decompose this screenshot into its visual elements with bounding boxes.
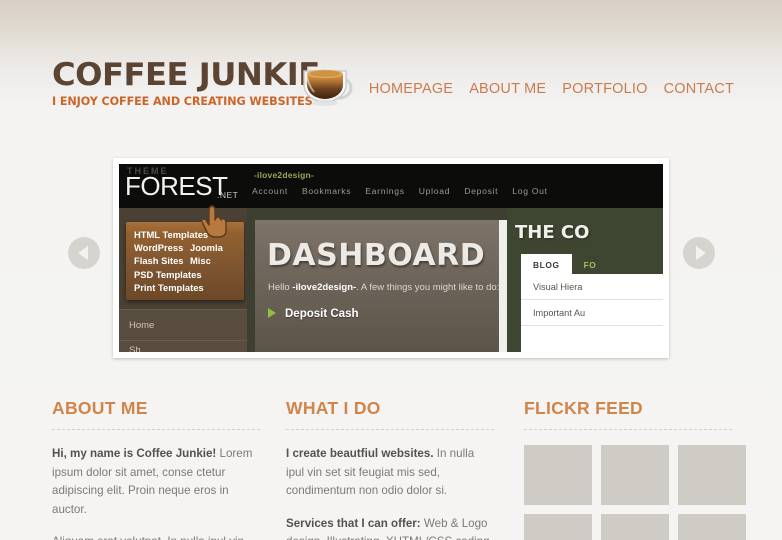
column-about-me: ABOUT ME Hi, my name is Coffee Junkie! L… bbox=[52, 398, 260, 540]
nav-item-homepage[interactable]: HOMEPAGE bbox=[369, 81, 453, 97]
screenshot-username: -ilove2design- bbox=[254, 170, 314, 180]
flickr-thumb-2[interactable] bbox=[601, 445, 669, 505]
flickr-thumb-5[interactable] bbox=[601, 514, 669, 540]
services-label: Services that I can offer: bbox=[286, 516, 421, 530]
green-arrow-icon bbox=[268, 308, 276, 318]
dropdown-item-print-templates: Print Templates bbox=[134, 281, 204, 293]
slider-frame[interactable]: THEME FOREST .NET -ilove2design- Account… bbox=[113, 158, 669, 358]
community-list-item-2: Important Au bbox=[521, 300, 663, 326]
brand-tld-text: .NET bbox=[217, 190, 239, 200]
community-tabs: BLOG FO bbox=[521, 254, 608, 275]
dropdown-item-flash-sites: Flash Sites bbox=[134, 255, 184, 267]
dropdown-item-wordpress: WordPress bbox=[134, 242, 184, 254]
dropdown-item-psd-templates: PSD Templates bbox=[134, 268, 202, 280]
about-me-divider bbox=[52, 429, 260, 430]
dropdown-item-html-templates: HTML Templates bbox=[134, 229, 209, 240]
nav-item-contact[interactable]: CONTACT bbox=[664, 81, 734, 97]
dropdown-item-joomla: Joomla bbox=[190, 242, 223, 254]
about-me-lead-in: Hi, my name is Coffee Junkie! bbox=[52, 447, 217, 460]
main-navigation[interactable]: HOMEPAGE ABOUT ME PORTFOLIO CONTACT bbox=[369, 81, 734, 97]
nav-item-about-me[interactable]: ABOUT ME bbox=[469, 81, 546, 97]
screenshot-topnav: Account Bookmarks Earnings Upload Deposi… bbox=[252, 186, 548, 196]
flickr-thumb-1[interactable] bbox=[524, 445, 592, 505]
screenshot-sidebar-divider bbox=[119, 340, 247, 341]
screenshot-nav-earnings: Earnings bbox=[365, 186, 405, 196]
screenshot-nav-logout: Log Out bbox=[512, 186, 548, 196]
community-list-item-1: Visual Hiera bbox=[521, 274, 663, 300]
about-me-paragraph-1: Hi, my name is Coffee Junkie! Lorem ipsu… bbox=[52, 445, 260, 519]
featured-slider: THEME FOREST .NET -ilove2design- Account… bbox=[0, 150, 782, 370]
what-i-do-paragraph-2: Services that I can offer: Web & Logo de… bbox=[286, 515, 494, 540]
dashboard-greeting: Hello -ilove2design-. A few things you m… bbox=[268, 282, 499, 293]
what-i-do-paragraph-1: I create beautfiul websites. In nulla ip… bbox=[286, 445, 494, 501]
screenshot-nav-deposit: Deposit bbox=[464, 186, 499, 196]
brand-name-text: FOREST bbox=[125, 171, 228, 201]
nav-item-portfolio[interactable]: PORTFOLIO bbox=[562, 81, 647, 97]
slide-screenshot: THEME FOREST .NET -ilove2design- Account… bbox=[119, 164, 663, 352]
flickr-thumb-6[interactable] bbox=[678, 514, 746, 540]
greeting-username: -ilove2design- bbox=[292, 282, 357, 293]
screenshot-sidebar-home: Home bbox=[129, 320, 155, 331]
greeting-prefix: Hello bbox=[268, 282, 293, 293]
dropdown-row-4: PSD Templates bbox=[134, 268, 244, 281]
column-what-i-do: WHAT I DO I create beautfiul websites. I… bbox=[286, 398, 494, 540]
screenshot-dashboard-panel: DASHBOARD Hello -ilove2design-. A few th… bbox=[255, 220, 499, 352]
about-me-paragraph-2: Aliquam erat volutpat. In nulla ipul vin… bbox=[52, 533, 260, 540]
pointing-hand-cursor-icon bbox=[201, 204, 228, 238]
chevron-left-icon bbox=[78, 246, 88, 260]
flickr-thumbnail-grid bbox=[524, 445, 762, 540]
flickr-thumb-4[interactable] bbox=[524, 514, 592, 540]
screenshot-nav-account: Account bbox=[252, 186, 288, 196]
about-me-heading: ABOUT ME bbox=[52, 398, 148, 418]
slider-next-button[interactable] bbox=[683, 237, 715, 269]
flickr-feed-heading: FLICKR FEED bbox=[524, 398, 643, 418]
screenshot-panel-gap bbox=[499, 220, 507, 352]
community-tab-blog: BLOG bbox=[521, 254, 572, 275]
what-i-do-lead-in: I create beautfiul websites. bbox=[286, 447, 434, 460]
slider-prev-button[interactable] bbox=[68, 237, 100, 269]
flickr-feed-divider bbox=[524, 429, 732, 430]
dropdown-row-5: Print Templates bbox=[134, 281, 244, 294]
themeforest-logo: THEME FOREST bbox=[125, 164, 228, 201]
site-header: COFFEE JUNKIE I ENJOY COFFEE AND CREATIN… bbox=[0, 0, 782, 132]
what-i-do-heading: WHAT I DO bbox=[286, 398, 381, 418]
greeting-suffix: . A few things you might like to do: bbox=[356, 282, 500, 293]
about-me-body-2-pre: Aliquam erat volutpat. In nulla ipul vin… bbox=[52, 535, 244, 540]
screenshot-community-panel: THE CO BLOG FO Visual Hiera Important Au bbox=[507, 208, 663, 352]
screenshot-sidebar-item-2: Sh bbox=[129, 345, 141, 352]
community-title: THE CO bbox=[515, 222, 590, 243]
what-i-do-divider bbox=[286, 429, 494, 430]
dashboard-deposit-action: Deposit Cash bbox=[285, 308, 359, 320]
community-list-panel: Visual Hiera Important Au bbox=[521, 274, 663, 352]
flickr-thumb-3[interactable] bbox=[678, 445, 746, 505]
screenshot-nav-upload: Upload bbox=[418, 186, 451, 196]
column-flickr-feed: FLICKR FEED bbox=[524, 398, 762, 540]
screenshot-nav-bookmarks: Bookmarks bbox=[301, 186, 352, 196]
dropdown-row-3: Flash Sites Misc bbox=[134, 254, 244, 267]
dashboard-title: DASHBOARD bbox=[267, 238, 486, 273]
dropdown-item-misc: Misc bbox=[190, 255, 211, 267]
coffee-cup-icon bbox=[300, 62, 362, 108]
themeforest-topbar: THEME FOREST .NET -ilove2design- Account… bbox=[119, 164, 663, 208]
community-tab-forum: FO bbox=[583, 260, 597, 270]
dropdown-row-2: WordPress Joomla bbox=[134, 241, 244, 254]
chevron-right-icon bbox=[695, 246, 706, 260]
